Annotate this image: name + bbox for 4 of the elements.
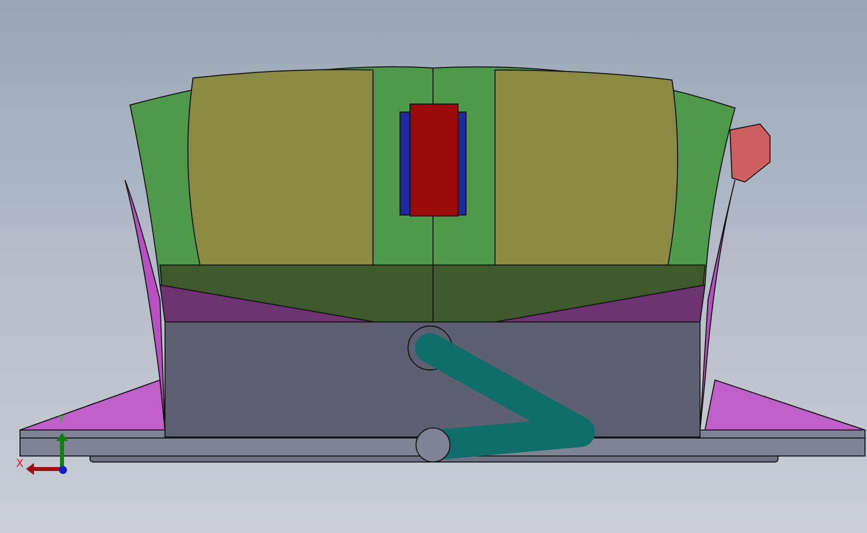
axis-triad-icon [26,433,68,475]
x-axis-label: X [16,458,24,469]
y-axis-label: Y [58,414,65,425]
cad-viewport[interactable]: X Y [0,0,867,533]
